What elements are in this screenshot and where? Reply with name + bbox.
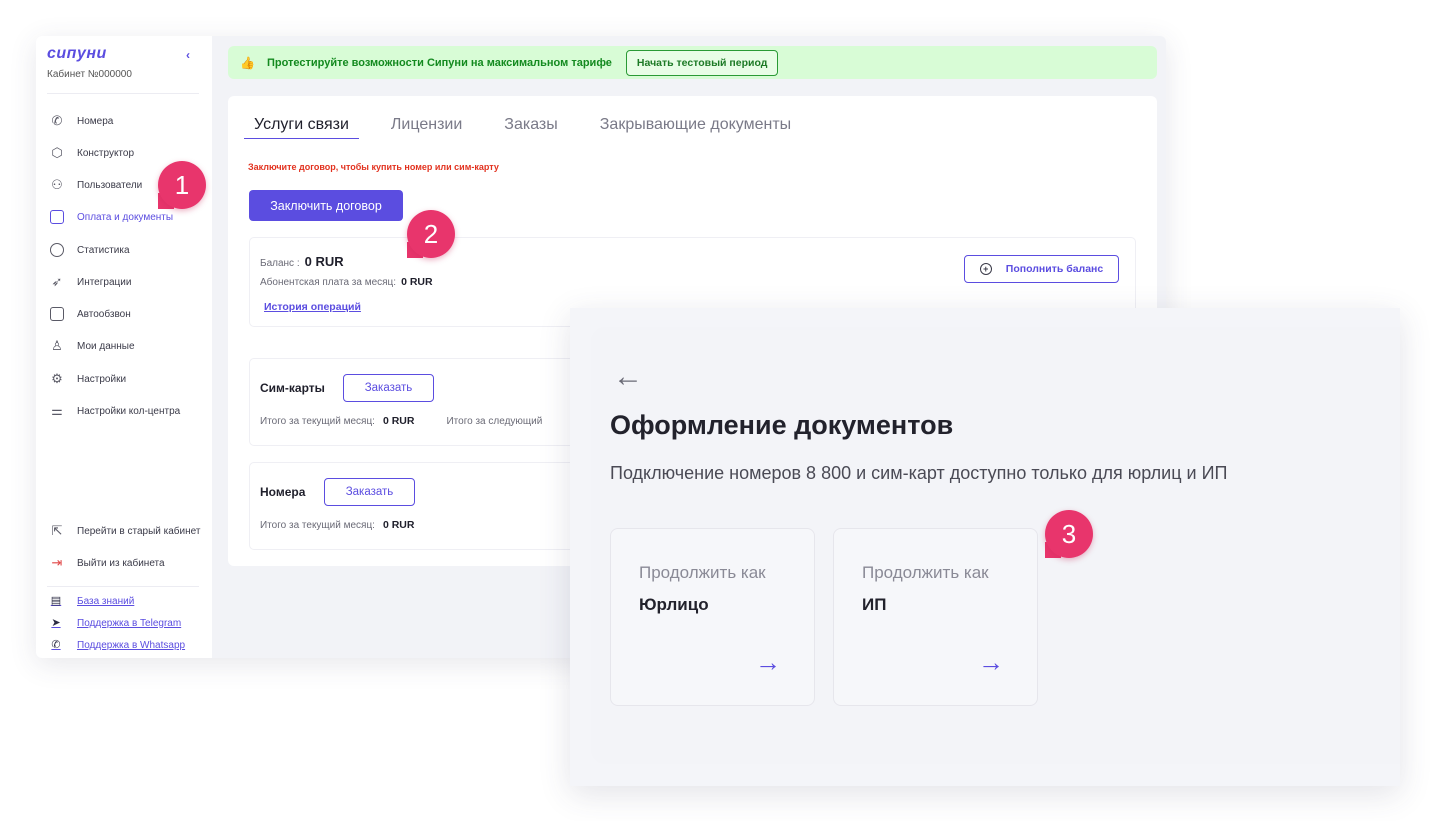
knowledge-base-link[interactable]: ▤ База знаний [50,592,135,610]
choice-caption: Продолжить как [862,563,989,582]
choice-type: Юрлицо [639,595,709,614]
contract-warning: Заключите договор, чтобы купить номер ил… [248,162,499,172]
link-label: Поддержка в Telegram [77,617,182,629]
sidebar-item-label: Интеграции [77,276,132,288]
sidebar-item-settings[interactable]: ⚙ Настройки [36,367,212,391]
sidebar-item-numbers[interactable]: ✆ Номера [36,109,212,133]
continue-as-ip-card[interactable]: Продолжить как ИП → [833,528,1038,706]
step-badge-2: 2 [407,210,455,258]
sim-totals: Итого за текущий месяц: 0 RUR Итого за с… [260,415,542,427]
step-badge-3: 3 [1045,510,1093,558]
sign-contract-button[interactable]: Заключить договор [249,190,403,221]
divider [47,586,199,587]
modal-title: Оформление документов [610,410,954,440]
sidebar-item-label: Настройки кол-центра [77,405,181,417]
logout-button[interactable]: ⇥ Выйти из кабинета [36,551,212,575]
banner-text: Протестируйте возможности Сипуни на макс… [266,56,612,69]
modal-subtitle: Подключение номеров 8 800 и сим-карт дос… [610,463,1228,483]
sim-order-button[interactable]: Заказать [343,374,434,402]
tabs: Услуги связи Лицензии Заказы Закрывающие… [244,116,823,139]
history-link[interactable]: История операций [264,301,361,313]
sidebar-item-statistics[interactable]: Статистика [36,238,212,262]
logout-icon: ⇥ [51,555,63,570]
sidebar-item-label: Перейти в старый кабинет [77,525,201,537]
sidebar-item-label: Оплата и документы [77,211,174,223]
sidebar-item-integrations[interactable]: ➶ Интеграции [36,270,212,294]
whatsapp-support-link[interactable]: ✆ Поддержка в Whatsapp [50,636,185,654]
cube-icon: ⬡ [51,145,63,160]
robot-icon [50,307,64,321]
arrow-right-icon: → [755,647,781,677]
sim-current-label: Итого за текущий месяц: [260,416,375,427]
sidebar-item-label: Статистика [77,244,130,256]
sim-current-value: 0 RUR [382,415,415,427]
whatsapp-icon: ✆ [51,639,61,651]
divider [47,93,199,94]
external-link-icon: ⇱ [51,523,63,538]
collapse-sidebar-icon[interactable]: ‹ [186,48,190,62]
telegram-icon: ➤ [51,617,61,629]
continue-as-company-card[interactable]: Продолжить как Юрлицо → [610,528,815,706]
sliders-icon: ⚌ [51,403,63,418]
bag-icon [50,210,64,224]
sidebar-item-label: Настройки [77,373,127,385]
topup-label: Пополнить баланс [1005,263,1104,275]
topup-balance-button[interactable]: + Пополнить баланс [964,255,1119,283]
balance-row: Баланс : 0 RUR [260,254,344,269]
sidebar: сипуни ‹ Кабинет №000000 ✆ Номера ⬡ Конс… [36,36,212,658]
balance-label: Баланс : [260,258,300,269]
choice-caption: Продолжить как [639,563,766,582]
users-icon: ⚇ [51,177,63,192]
old-cabinet-link[interactable]: ⇱ Перейти в старый кабинет [36,519,212,543]
numbers-current-label: Итого за текущий месяц: [260,520,375,531]
sim-next-label: Итого за следующий [446,416,543,427]
choice-type: ИП [862,595,887,614]
user-icon: ♙ [51,338,63,353]
link-label: База знаний [77,595,135,607]
step-badge-1: 1 [158,161,206,209]
logo: сипуни [47,45,107,62]
arrow-right-icon: → [978,647,1004,677]
tab-licenses[interactable]: Лицензии [381,116,472,139]
balance-value: 0 RUR [304,254,344,269]
sim-title: Сим-карты [260,381,325,395]
numbers-order-button[interactable]: Заказать [324,478,415,506]
sidebar-item-label: Автообзвон [77,308,131,320]
fee-value: 0 RUR [401,276,433,288]
fee-row: Абонентская плата за месяц: 0 RUR [260,276,433,288]
pie-chart-icon [50,243,64,257]
fee-label: Абонентская плата за месяц: [260,277,397,288]
sidebar-item-label: Номера [77,115,114,127]
gear-icon: ⚙ [51,371,63,386]
clipboard-icon: ▤ [50,595,62,607]
sidebar-item-my-data[interactable]: ♙ Мои данные [36,334,212,358]
cabinet-number: Кабинет №000000 [47,69,132,80]
numbers-totals: Итого за текущий месяц: 0 RUR [260,519,414,531]
back-arrow-icon[interactable]: ← [613,362,643,392]
phone-icon: ✆ [51,113,63,128]
tab-communication-services[interactable]: Услуги связи [244,116,359,139]
link-label: Поддержка в Whatsapp [77,639,186,651]
rocket-icon: ➶ [51,274,63,289]
trial-banner: 👍 Протестируйте возможности Сипуни на ма… [228,46,1157,79]
sidebar-item-callcenter-settings[interactable]: ⚌ Настройки кол-центра [36,399,212,423]
telegram-support-link[interactable]: ➤ Поддержка в Telegram [50,614,181,632]
plus-circle-icon: + [979,263,992,275]
sidebar-item-label: Мои данные [77,340,135,352]
sidebar-item-label: Конструктор [77,147,135,159]
sidebar-item-autocall[interactable]: Автообзвон [36,302,212,326]
tab-closing-documents[interactable]: Закрывающие документы [590,116,801,139]
tab-orders[interactable]: Заказы [494,116,567,139]
numbers-title: Номера [260,485,306,499]
start-trial-button[interactable]: Начать тестовый период [625,49,779,76]
sidebar-item-label: Пользователи [77,179,143,191]
sidebar-item-label: Выйти из кабинета [77,557,165,569]
numbers-current-value: 0 RUR [382,519,415,531]
thumbs-up-icon: 👍 [240,55,255,70]
